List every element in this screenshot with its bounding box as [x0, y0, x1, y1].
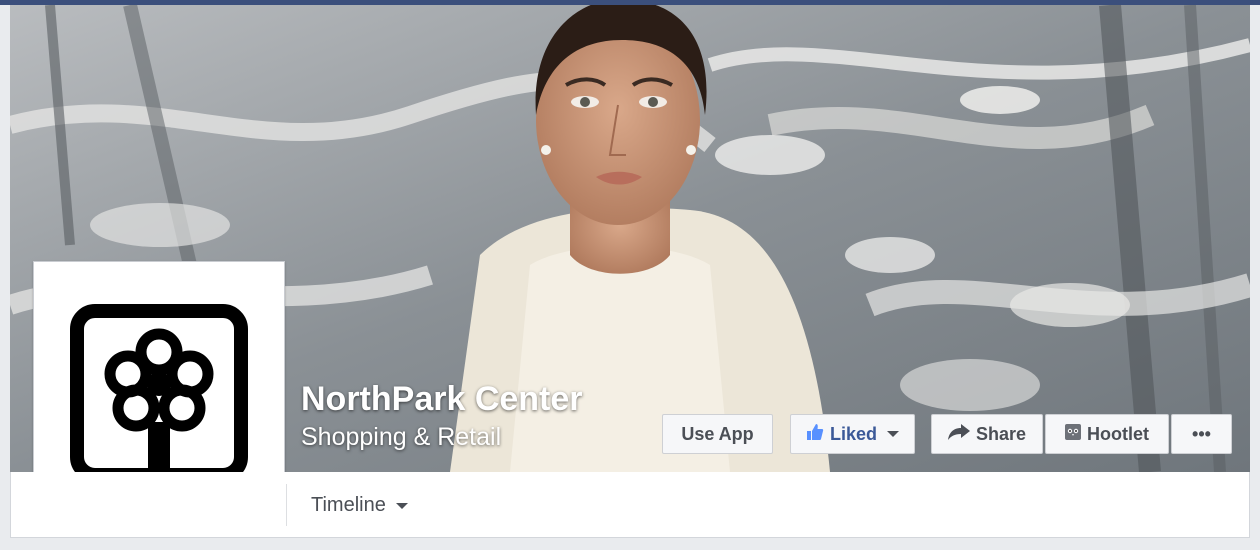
share-arrow-icon	[947, 423, 970, 445]
use-app-button[interactable]: Use App	[662, 414, 773, 454]
northpark-logo	[70, 304, 248, 482]
page-tab-bar	[10, 472, 1250, 538]
chevron-down-icon	[395, 502, 408, 509]
hootlet-button[interactable]: Hootlet	[1045, 414, 1169, 454]
page-category[interactable]: Shopping & Retail	[301, 423, 501, 452]
use-app-label: Use App	[681, 423, 754, 444]
hootlet-label: Hootlet	[1087, 423, 1149, 444]
liked-label: Liked	[829, 423, 877, 444]
tab-divider	[286, 484, 287, 526]
ellipsis-icon: •••	[1192, 423, 1211, 444]
share-button[interactable]: Share	[931, 414, 1043, 454]
owl-icon	[1065, 423, 1081, 445]
share-label: Share	[975, 423, 1027, 444]
more-options-button[interactable]: •••	[1171, 414, 1232, 454]
thumbs-up-icon	[806, 423, 824, 446]
page-name: NorthPark Center	[301, 380, 583, 418]
liked-button[interactable]: Liked	[790, 414, 915, 454]
tab-timeline-label: Timeline	[311, 494, 386, 516]
chevron-down-icon	[887, 431, 899, 437]
tab-timeline[interactable]: Timeline	[311, 494, 408, 517]
